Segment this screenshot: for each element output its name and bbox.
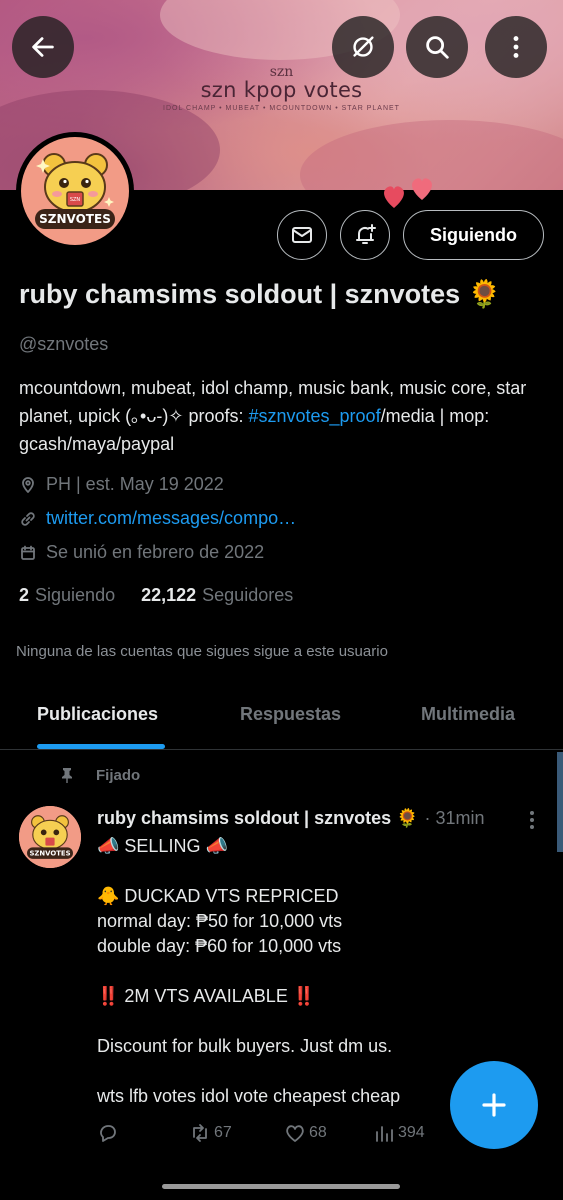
profile-avatar[interactable]: SZN SZNVOTES xyxy=(16,132,134,250)
link-icon xyxy=(21,511,35,526)
views-button[interactable]: 394 xyxy=(373,1122,425,1144)
post-more-button[interactable] xyxy=(522,808,542,832)
reply-icon xyxy=(100,1125,116,1142)
active-tab-indicator xyxy=(37,744,165,749)
banner-brand-title: szn kpop votes xyxy=(200,78,363,102)
dot-icon xyxy=(530,825,534,829)
post-author-avatar[interactable]: SZNVOTES xyxy=(19,806,81,868)
post-line: 📣 SELLING 📣 xyxy=(97,836,228,856)
calendar-icon xyxy=(21,545,35,560)
retweet-count: 67 xyxy=(214,1124,232,1141)
location-pin-icon xyxy=(22,476,34,493)
profile-website[interactable]: twitter.com/messages/compo… xyxy=(19,508,296,529)
avatar-badge-text: SZNVOTES xyxy=(39,212,111,226)
post-line: double day: ₱60 for 10,000 vts xyxy=(97,936,342,956)
home-indicator[interactable] xyxy=(162,1184,400,1189)
bio-hashtag-link[interactable]: #sznvotes_proof xyxy=(248,406,380,426)
profile-handle: @sznvotes xyxy=(19,334,109,354)
more-vertical-icon xyxy=(513,36,519,58)
system-nav-bar xyxy=(0,1166,563,1200)
profile-tabs: Publicaciones Respuestas Multimedia xyxy=(0,690,563,750)
search-button[interactable] xyxy=(406,16,468,78)
pinned-indicator: Fijado xyxy=(58,766,140,784)
following-stat[interactable]: 2 Siguiendo xyxy=(19,585,115,606)
compose-post-button[interactable] xyxy=(450,1061,538,1149)
views-chart-icon xyxy=(376,1126,393,1142)
more-options-button[interactable] xyxy=(485,16,547,78)
following-count: 2 xyxy=(19,585,30,605)
followers-stat[interactable]: 22,122 Seguidores xyxy=(141,585,293,606)
views-count: 394 xyxy=(398,1124,425,1141)
envelope-icon xyxy=(292,227,312,243)
hearts-decoration-icon xyxy=(384,178,432,208)
pin-icon xyxy=(62,768,72,783)
bell-plus-icon xyxy=(356,224,376,244)
banner-brand-subtitle: IDOL CHAMP • MUBEAT • MCOUNTDOWN • STAR … xyxy=(163,105,400,112)
svg-text:SZN: SZN xyxy=(70,197,81,203)
reply-button[interactable] xyxy=(97,1122,122,1144)
following-button[interactable]: Siguiendo xyxy=(403,210,544,260)
website-link[interactable]: twitter.com/messages/compo… xyxy=(46,508,296,529)
post-line xyxy=(97,859,537,884)
tab-media[interactable]: Multimedia xyxy=(421,704,515,725)
back-button[interactable] xyxy=(12,16,74,78)
followers-count: 22,122 xyxy=(141,585,197,605)
retweet-icon xyxy=(193,1124,207,1142)
search-icon xyxy=(426,36,449,59)
heart-icon xyxy=(286,1125,304,1142)
following-label: Siguiendo xyxy=(35,585,116,605)
svg-text:SZNVOTES: SZNVOTES xyxy=(29,849,70,857)
bear-mascot-icon: SZN SZNVOTES xyxy=(35,153,115,229)
post-author-name[interactable]: ruby chamsims soldout | sznvotes 🌻 xyxy=(97,808,419,829)
arrow-left-icon xyxy=(32,37,54,57)
followers-you-know-note: Ninguna de las cuentas que sigues sigue … xyxy=(16,643,388,660)
retweet-button[interactable]: 67 xyxy=(189,1122,232,1144)
post-line: normal day: ₱50 for 10,000 vts xyxy=(97,911,343,931)
post-line: Discount for bulk buyers. Just dm us. xyxy=(97,1036,393,1056)
grok-icon xyxy=(353,36,374,57)
pinned-label: Fijado xyxy=(96,766,141,784)
avatar-image: SZN SZNVOTES xyxy=(21,137,129,245)
post-header: ruby chamsims soldout | sznvotes 🌻 · 31m… xyxy=(97,808,485,829)
profile-bio: mcountdown, mubeat, idol champ, music ba… xyxy=(19,374,549,458)
profile-location: PH | est. May 19 2022 xyxy=(19,474,224,495)
message-button[interactable] xyxy=(277,210,327,260)
post-timestamp[interactable]: · 31min xyxy=(425,808,485,829)
scrollbar[interactable] xyxy=(557,752,563,852)
notifications-button[interactable] xyxy=(340,210,390,260)
location-text: PH | est. May 19 2022 xyxy=(46,474,224,494)
like-button[interactable]: 68 xyxy=(284,1122,327,1144)
joined-text: Se unió en febrero de 2022 xyxy=(46,542,265,562)
dot-icon xyxy=(530,811,534,815)
post-line: ‼️ 2M VTS AVAILABLE ‼️ xyxy=(97,986,316,1006)
plus-icon xyxy=(482,1093,506,1117)
profile-joined-date: Se unió en febrero de 2022 xyxy=(19,542,264,563)
followers-label: Seguidores xyxy=(202,585,294,605)
follow-stats: 2 Siguiendo 22,122 Seguidores xyxy=(19,585,293,606)
tab-posts[interactable]: Publicaciones xyxy=(37,704,158,725)
dot-icon xyxy=(530,818,534,822)
like-count: 68 xyxy=(309,1124,327,1141)
post-line: 🐥 DUCKAD VTS REPRICED xyxy=(97,886,339,906)
grok-button[interactable] xyxy=(332,16,394,78)
post-line xyxy=(97,1009,537,1034)
tab-replies[interactable]: Respuestas xyxy=(240,704,341,725)
bear-mascot-icon: SZNVOTES xyxy=(19,806,81,868)
profile-display-name: ruby chamsims soldout | sznvotes 🌻 xyxy=(19,279,502,309)
post-line xyxy=(97,959,537,984)
